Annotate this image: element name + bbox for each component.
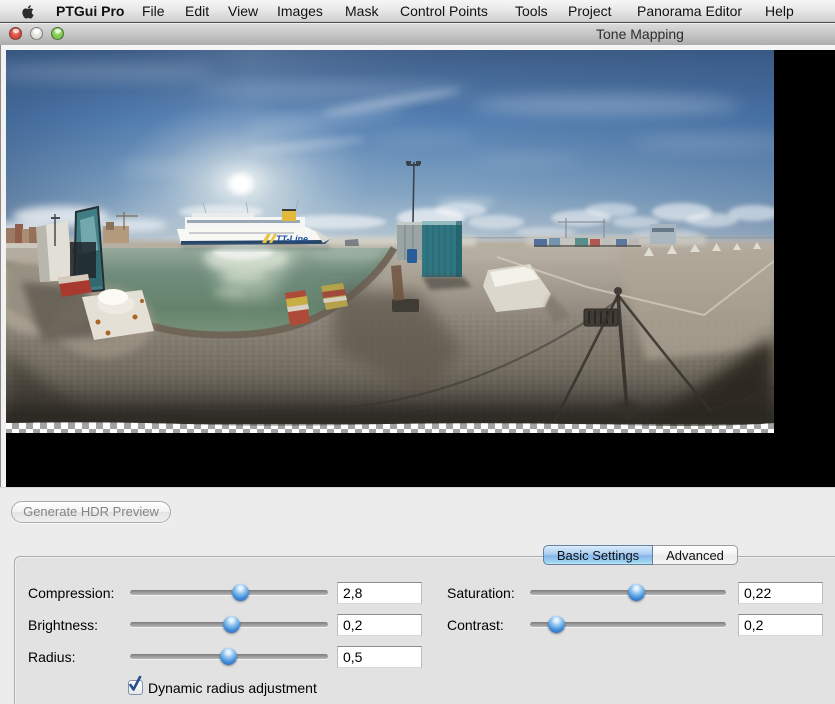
svg-text:TT-Line: TT-Line bbox=[276, 234, 308, 244]
